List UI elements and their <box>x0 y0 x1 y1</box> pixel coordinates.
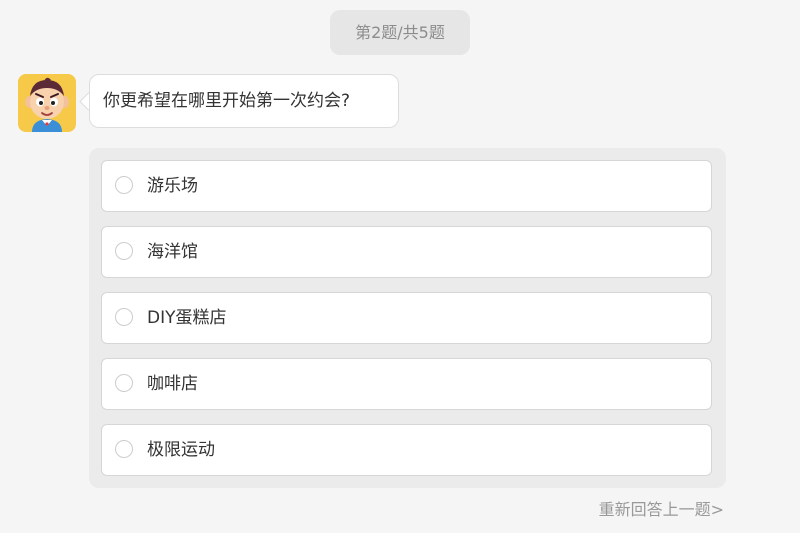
radio-icon[interactable] <box>115 242 133 260</box>
avatar <box>18 74 76 132</box>
redo-previous-question-link[interactable]: 重新回答上一题> <box>599 496 724 520</box>
option-label: 游乐场 <box>147 176 198 196</box>
radio-icon[interactable] <box>115 176 133 194</box>
radio-icon[interactable] <box>115 374 133 392</box>
option-label: 海洋馆 <box>147 242 198 262</box>
radio-icon[interactable] <box>115 308 133 326</box>
option-label: DIY蛋糕店 <box>147 308 227 328</box>
question-progress-badge: 第2题/共5题 <box>330 10 470 55</box>
options-panel: 游乐场 海洋馆 DIY蛋糕店 咖啡店 极限运动 <box>89 148 726 488</box>
radio-icon[interactable] <box>115 440 133 458</box>
option-aquarium[interactable]: 海洋馆 <box>101 226 712 278</box>
option-label: 咖啡店 <box>147 374 198 394</box>
option-coffee-shop[interactable]: 咖啡店 <box>101 358 712 410</box>
option-diy-cake-shop[interactable]: DIY蛋糕店 <box>101 292 712 344</box>
option-label: 极限运动 <box>147 440 215 460</box>
question-text: 你更希望在哪里开始第一次约会? <box>89 74 399 128</box>
option-extreme-sports[interactable]: 极限运动 <box>101 424 712 476</box>
option-amusement-park[interactable]: 游乐场 <box>101 160 712 212</box>
cartoon-boy-avatar-icon <box>18 74 76 132</box>
